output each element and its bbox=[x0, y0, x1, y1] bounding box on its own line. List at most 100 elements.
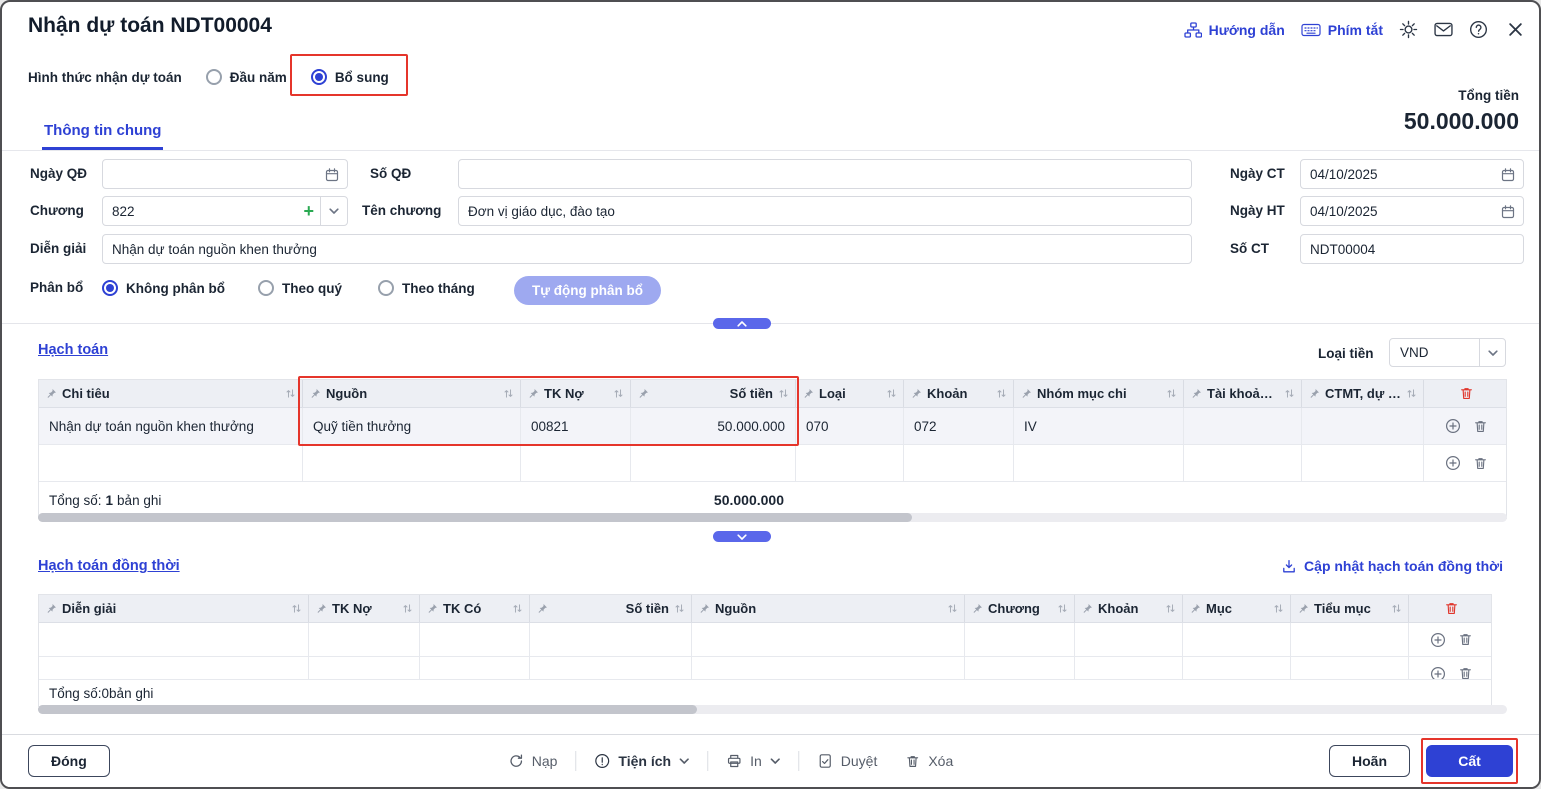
sort-icon[interactable] bbox=[291, 603, 302, 614]
hach-toan-section-link[interactable]: Hạch toán bbox=[38, 342, 108, 358]
radio-dau-nam[interactable] bbox=[206, 69, 222, 85]
postpone-button[interactable]: Hoãn bbox=[1329, 745, 1410, 777]
add-row-icon[interactable] bbox=[1430, 632, 1446, 648]
pin-icon[interactable] bbox=[638, 388, 649, 399]
scrollbar-thumb[interactable] bbox=[38, 705, 697, 714]
sort-icon[interactable] bbox=[503, 388, 514, 399]
cell-empty[interactable] bbox=[521, 445, 631, 481]
pin-icon[interactable] bbox=[46, 603, 57, 614]
sort-icon[interactable] bbox=[1166, 388, 1177, 399]
radio-option-khong-phan-bo[interactable]: Không phân bổ bbox=[102, 280, 225, 296]
hach-toan-hscrollbar[interactable] bbox=[38, 513, 1507, 522]
pin-icon[interactable] bbox=[537, 603, 548, 614]
cell-empty[interactable] bbox=[1291, 623, 1409, 656]
delete-button[interactable]: Xóa bbox=[905, 753, 953, 769]
collapse-toggle-down[interactable] bbox=[713, 531, 771, 542]
column-header-so-tien[interactable]: Số tiền bbox=[530, 595, 692, 622]
cell-empty[interactable] bbox=[1302, 445, 1424, 481]
pin-icon[interactable] bbox=[46, 388, 57, 399]
pin-icon[interactable] bbox=[972, 603, 983, 614]
pin-icon[interactable] bbox=[427, 603, 438, 614]
so-qd-input[interactable] bbox=[459, 160, 1191, 188]
so-ct-input[interactable] bbox=[1301, 235, 1523, 263]
collapse-toggle-up[interactable] bbox=[713, 318, 771, 329]
cell-empty[interactable] bbox=[309, 657, 420, 679]
cell-chi-tieu[interactable]: Nhận dự toán nguồn khen thưởng bbox=[39, 408, 303, 444]
cell-ctmt-du-an[interactable] bbox=[1302, 408, 1424, 444]
help-circle-icon[interactable] bbox=[1469, 20, 1488, 39]
pin-icon[interactable] bbox=[310, 388, 321, 399]
column-header-tieu-muc[interactable]: Tiểu mục bbox=[1291, 595, 1409, 622]
approve-button[interactable]: Duyệt bbox=[817, 753, 878, 769]
cell-empty[interactable] bbox=[309, 623, 420, 656]
scrollbar-thumb[interactable] bbox=[38, 513, 912, 522]
add-plus-icon[interactable]: + bbox=[297, 197, 320, 225]
reload-button[interactable]: Nạp bbox=[508, 753, 558, 769]
print-menu-button[interactable]: In bbox=[726, 753, 780, 769]
sort-icon[interactable] bbox=[1165, 603, 1176, 614]
table-row-empty[interactable] bbox=[39, 445, 1506, 482]
cell-empty[interactable] bbox=[530, 657, 692, 679]
pin-icon[interactable] bbox=[803, 388, 814, 399]
cell-empty[interactable] bbox=[796, 445, 904, 481]
sort-icon[interactable] bbox=[1406, 388, 1417, 399]
column-header-chuong[interactable]: Chương bbox=[965, 595, 1075, 622]
cell-empty[interactable] bbox=[1075, 623, 1183, 656]
chuong-dropdown-button[interactable] bbox=[320, 197, 347, 225]
cell-so-tien[interactable]: 50.000.000 bbox=[631, 408, 796, 444]
chuong-input[interactable] bbox=[103, 197, 297, 225]
cell-khoan[interactable]: 072 bbox=[904, 408, 1014, 444]
pin-icon[interactable] bbox=[911, 388, 922, 399]
pin-icon[interactable] bbox=[1309, 388, 1320, 399]
sort-icon[interactable] bbox=[1391, 603, 1402, 614]
sort-icon[interactable] bbox=[996, 388, 1007, 399]
pin-icon[interactable] bbox=[316, 603, 327, 614]
delete-row-icon[interactable] bbox=[1458, 632, 1473, 647]
calendar-icon[interactable] bbox=[1500, 204, 1516, 220]
column-header-delete-all[interactable] bbox=[1409, 595, 1493, 622]
cell-empty[interactable] bbox=[530, 623, 692, 656]
cell-empty[interactable] bbox=[1014, 445, 1184, 481]
cell-empty[interactable] bbox=[420, 623, 530, 656]
currency-select[interactable]: VND bbox=[1389, 338, 1506, 367]
cell-empty[interactable] bbox=[965, 623, 1075, 656]
utilities-menu-button[interactable]: Tiện ích bbox=[594, 753, 689, 769]
auto-allocate-button[interactable]: Tự động phân bổ bbox=[514, 276, 661, 305]
trash-icon[interactable] bbox=[1459, 386, 1474, 401]
sort-icon[interactable] bbox=[285, 388, 296, 399]
column-header-so-tien[interactable]: Số tiền bbox=[631, 380, 796, 407]
hach-toan-dong-thoi-section-link[interactable]: Hạch toán đồng thời bbox=[38, 558, 180, 574]
radio-theo-quy[interactable] bbox=[258, 280, 274, 296]
column-header-loai[interactable]: Loại bbox=[796, 380, 904, 407]
ngay-ht-input[interactable] bbox=[1301, 197, 1523, 225]
column-header-delete-all[interactable] bbox=[1424, 380, 1508, 407]
add-row-icon[interactable] bbox=[1445, 418, 1461, 434]
sort-icon[interactable] bbox=[947, 603, 958, 614]
pin-icon[interactable] bbox=[1082, 603, 1093, 614]
close-button[interactable]: Đóng bbox=[28, 745, 110, 777]
pin-icon[interactable] bbox=[528, 388, 539, 399]
ngay-qd-input[interactable] bbox=[103, 160, 347, 188]
table-row-empty[interactable] bbox=[39, 623, 1491, 657]
cell-empty[interactable] bbox=[692, 657, 965, 679]
column-header-dien-giai[interactable]: Diễn giải bbox=[39, 595, 309, 622]
cell-empty[interactable] bbox=[1075, 657, 1183, 679]
delete-row-icon[interactable] bbox=[1473, 419, 1488, 434]
trash-icon[interactable] bbox=[1444, 601, 1459, 616]
add-row-icon[interactable] bbox=[1430, 666, 1446, 680]
table-row-empty[interactable] bbox=[39, 657, 1491, 679]
radio-bo-sung[interactable] bbox=[311, 69, 327, 85]
column-header-nguon[interactable]: Nguồn bbox=[303, 380, 521, 407]
calendar-icon[interactable] bbox=[324, 167, 340, 183]
radio-khong-phan-bo[interactable] bbox=[102, 280, 118, 296]
radio-option-theo-quy[interactable]: Theo quý bbox=[258, 280, 342, 296]
cell-empty[interactable] bbox=[1183, 623, 1291, 656]
help-guide-link[interactable]: Hướng dẫn bbox=[1184, 22, 1285, 38]
cell-empty[interactable] bbox=[39, 623, 309, 656]
shortcut-keys-link[interactable]: Phím tắt bbox=[1301, 22, 1383, 38]
delete-row-icon[interactable] bbox=[1473, 456, 1488, 471]
cell-loai[interactable]: 070 bbox=[796, 408, 904, 444]
column-header-tai-khoan-nh[interactable]: Tài khoản NH, bbox=[1184, 380, 1302, 407]
close-icon[interactable] bbox=[1508, 22, 1523, 37]
column-header-tk-co[interactable]: TK Có bbox=[420, 595, 530, 622]
